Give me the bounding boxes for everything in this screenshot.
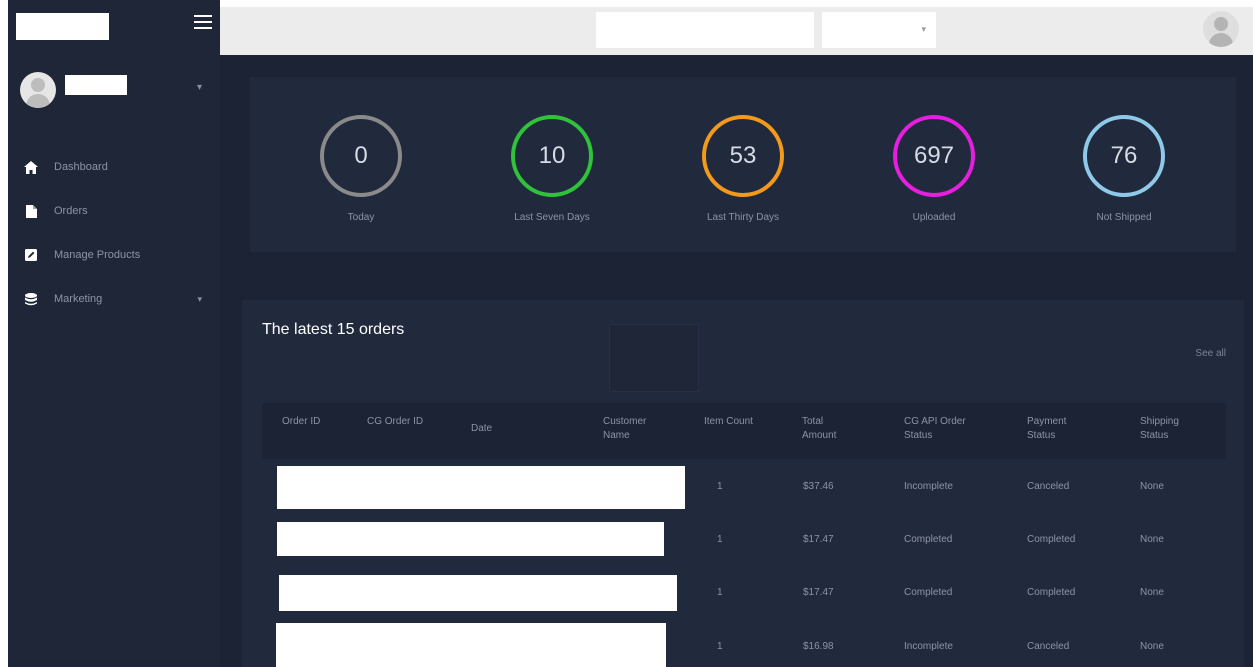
sidebar-item-label: Marketing xyxy=(54,293,103,305)
search-input[interactable] xyxy=(596,12,814,48)
chevron-down-icon: ▾ xyxy=(197,293,202,304)
menu-toggle-icon[interactable] xyxy=(194,15,212,31)
file-icon xyxy=(24,204,38,218)
sidebar-item-manage-products[interactable]: Manage Products xyxy=(24,233,214,277)
store-select[interactable]: ▾ xyxy=(822,12,936,48)
item-count-cell: 1 xyxy=(717,641,723,652)
stat-last-seven-days: 10 Last Seven Days xyxy=(472,115,632,223)
sidebar-item-label: Manage Products xyxy=(54,249,141,261)
payment-status-cell: Canceled xyxy=(1027,481,1070,492)
item-count-cell: 1 xyxy=(717,481,723,492)
item-count-cell: 1 xyxy=(717,587,723,598)
chevron-down-icon[interactable]: ▾ xyxy=(197,82,202,93)
stat-ring: 10 xyxy=(511,115,593,197)
sidebar-nav: Dashboard Orders Manage Products Marketi… xyxy=(24,145,214,321)
stat-last-thirty-days: 53 Last Thirty Days xyxy=(663,115,823,223)
column-header[interactable]: CG Order ID xyxy=(367,415,427,429)
sidebar-item-dashboard[interactable]: Dashboard xyxy=(24,145,214,189)
stat-uploaded: 697 Uploaded xyxy=(854,115,1014,223)
column-header[interactable]: Order ID xyxy=(282,415,332,429)
see-all-link[interactable]: See all xyxy=(1195,348,1226,359)
column-header[interactable]: CG API Order Status xyxy=(904,415,989,443)
sidebar-item-label: Dashboard xyxy=(54,161,108,173)
top-bar: ▾ xyxy=(220,7,1253,55)
redacted-cell xyxy=(276,623,666,667)
stat-label: Today xyxy=(347,212,375,223)
sidebar-item-marketing[interactable]: Marketing ▾ xyxy=(24,277,214,321)
shipping-status-cell: None xyxy=(1140,481,1164,492)
cg-status-cell: Completed xyxy=(904,587,953,598)
column-header[interactable]: Total Amount xyxy=(802,415,852,443)
home-icon xyxy=(24,160,38,174)
avatar xyxy=(20,72,56,108)
stat-ring: 697 xyxy=(893,115,975,197)
stat-ring: 0 xyxy=(320,115,402,197)
orders-placeholder-box xyxy=(609,324,699,392)
sidebar-item-orders[interactable]: Orders xyxy=(24,189,214,233)
brand-logo[interactable] xyxy=(16,13,109,40)
main-content: 0 Today 10 Last Seven Days 53 Last Thirt… xyxy=(220,55,1253,667)
total-amount-cell: $17.47 xyxy=(803,587,834,598)
shipping-status-cell: None xyxy=(1140,587,1164,598)
redacted-cell xyxy=(277,466,685,509)
stat-label: Uploaded xyxy=(912,212,956,223)
user-name xyxy=(65,75,127,95)
sidebar: ▾ Dashboard Orders Manage Products Marke… xyxy=(8,0,220,667)
user-avatar-button[interactable] xyxy=(1203,11,1239,47)
orders-table-header: Order ID CG Order ID Date Customer Name … xyxy=(262,403,1226,459)
total-amount-cell: $17.47 xyxy=(803,534,834,545)
column-header[interactable]: Customer Name xyxy=(603,415,668,443)
latest-orders-card: The latest 15 orders See all Order ID CG… xyxy=(242,300,1244,667)
stat-label: Last Thirty Days xyxy=(706,212,780,223)
stat-not-shipped: 76 Not Shipped xyxy=(1044,115,1204,223)
stat-label: Last Seven Days xyxy=(514,212,590,223)
redacted-cell xyxy=(277,522,664,556)
column-header[interactable]: Shipping Status xyxy=(1140,415,1200,443)
payment-status-cell: Canceled xyxy=(1027,641,1070,652)
stat-today: 0 Today xyxy=(281,115,441,223)
shipping-status-cell: None xyxy=(1140,641,1164,652)
column-header[interactable]: Date xyxy=(471,422,551,436)
stat-label: Not Shipped xyxy=(1096,212,1152,223)
column-header[interactable]: Item Count xyxy=(704,415,754,429)
total-amount-cell: $37.46 xyxy=(803,481,834,492)
column-header[interactable]: Payment Status xyxy=(1027,415,1087,443)
item-count-cell: 1 xyxy=(717,534,723,545)
total-amount-cell: $16.98 xyxy=(803,641,834,652)
payment-status-cell: Completed xyxy=(1027,534,1076,545)
stat-ring: 76 xyxy=(1083,115,1165,197)
shipping-status-cell: None xyxy=(1140,534,1164,545)
redacted-cell xyxy=(279,575,677,611)
user-profile[interactable]: ▾ xyxy=(20,72,210,112)
sidebar-item-label: Orders xyxy=(54,205,88,217)
cg-status-cell: Incomplete xyxy=(904,481,953,492)
stat-ring: 53 xyxy=(702,115,784,197)
table-row[interactable]: 1 $16.98 Incomplete Canceled None xyxy=(262,618,1226,667)
stats-card: 0 Today 10 Last Seven Days 53 Last Thirt… xyxy=(250,77,1236,252)
cg-status-cell: Incomplete xyxy=(904,641,953,652)
database-icon xyxy=(24,292,38,306)
cg-status-cell: Completed xyxy=(904,534,953,545)
table-row[interactable]: 1 $37.46 Incomplete Canceled None xyxy=(262,461,1226,511)
edit-icon xyxy=(24,248,38,262)
payment-status-cell: Completed xyxy=(1027,587,1076,598)
orders-title: The latest 15 orders xyxy=(262,321,405,338)
table-row[interactable]: 1 $17.47 Completed Completed None xyxy=(262,568,1226,618)
table-row[interactable]: 1 $17.47 Completed Completed None xyxy=(262,515,1226,565)
chevron-down-icon: ▾ xyxy=(921,24,926,34)
